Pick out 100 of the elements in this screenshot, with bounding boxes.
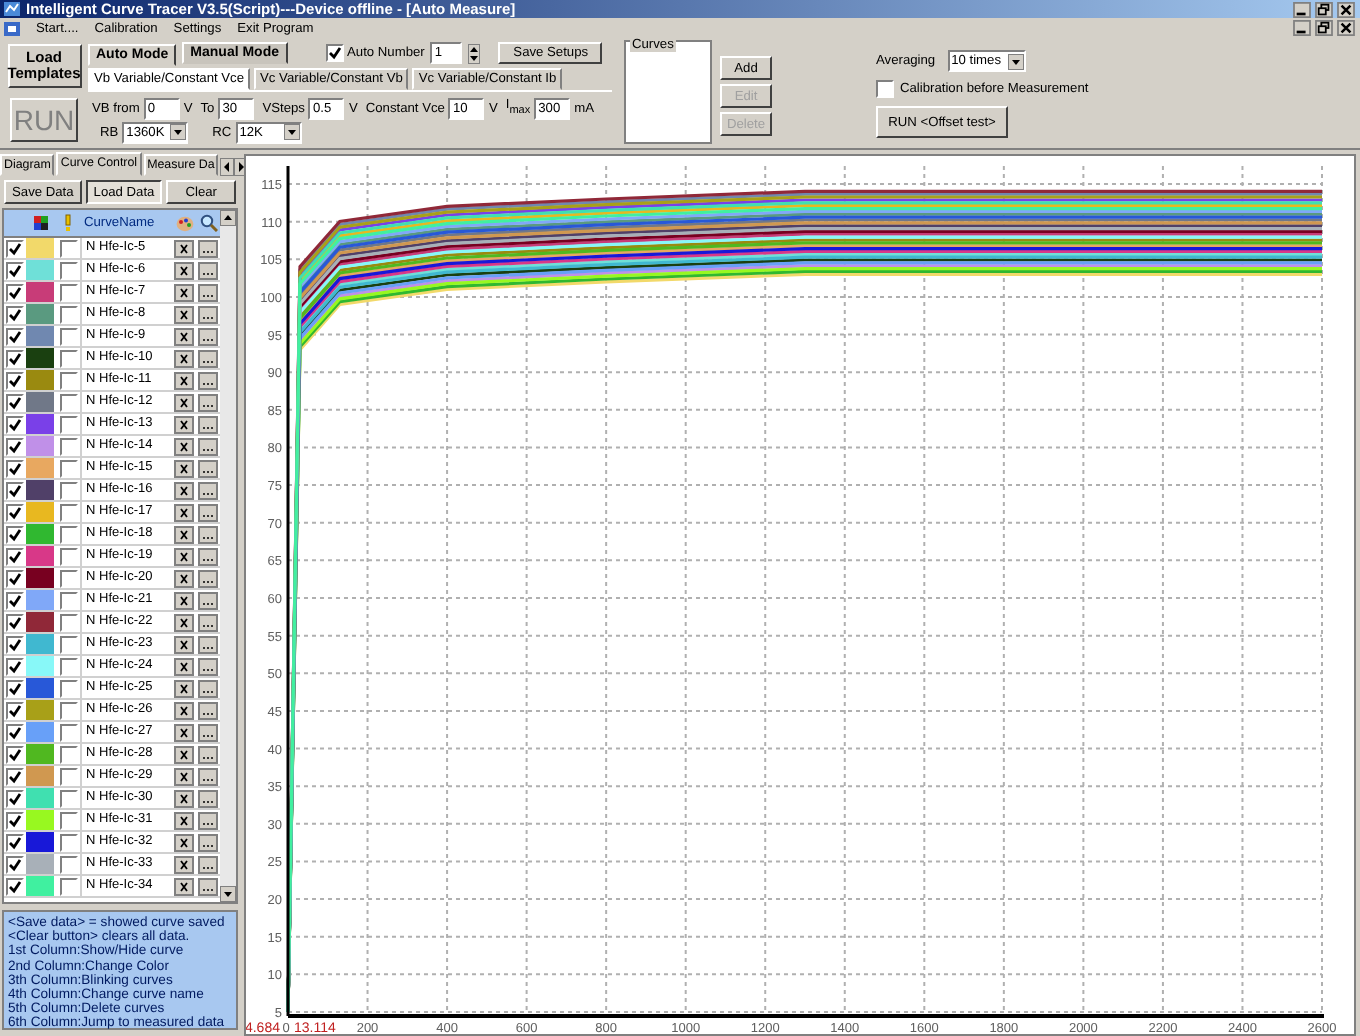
more-icon[interactable] [198, 349, 218, 367]
show-checkbox[interactable] [5, 415, 23, 433]
delete-icon[interactable] [174, 283, 194, 301]
restore-icon[interactable] [1314, 1, 1334, 17]
blink-checkbox[interactable] [59, 393, 77, 411]
delete-icon[interactable] [174, 855, 194, 873]
more-icon[interactable] [198, 877, 218, 895]
blink-checkbox[interactable] [59, 283, 77, 301]
delete-icon[interactable] [174, 481, 194, 499]
show-checkbox[interactable] [5, 855, 23, 873]
show-checkbox[interactable] [5, 393, 23, 411]
delete-icon[interactable] [174, 459, 194, 477]
blink-checkbox[interactable] [59, 459, 77, 477]
more-icon[interactable] [198, 525, 218, 543]
show-checkbox[interactable] [5, 591, 23, 609]
delete-icon[interactable] [174, 305, 194, 323]
color-swatch[interactable] [26, 348, 54, 368]
color-swatch[interactable] [26, 370, 54, 390]
scroll-left-icon[interactable] [220, 158, 235, 176]
more-icon[interactable] [198, 591, 218, 609]
color-swatch[interactable] [26, 480, 54, 500]
delete-icon[interactable] [174, 437, 194, 455]
blink-checkbox[interactable] [59, 569, 77, 587]
blink-checkbox[interactable] [59, 745, 77, 763]
blink-checkbox[interactable] [59, 679, 77, 697]
show-checkbox[interactable] [5, 349, 23, 367]
blink-checkbox[interactable] [59, 525, 77, 543]
show-checkbox[interactable] [5, 371, 23, 389]
delete-icon[interactable] [174, 635, 194, 653]
more-icon[interactable] [198, 459, 218, 477]
checkbox[interactable] [325, 44, 344, 62]
show-checkbox[interactable] [5, 503, 23, 521]
show-checkbox[interactable] [5, 525, 23, 543]
blink-checkbox[interactable] [59, 811, 77, 829]
color-swatch[interactable] [26, 392, 54, 412]
more-icon[interactable] [198, 679, 218, 697]
blink-checkbox[interactable] [59, 877, 77, 895]
dropdown-arrow-icon[interactable] [283, 124, 300, 140]
more-icon[interactable] [198, 437, 218, 455]
delete-icon[interactable] [174, 569, 194, 587]
color-swatch[interactable] [26, 238, 54, 258]
blink-checkbox[interactable] [59, 349, 77, 367]
color-swatch[interactable] [26, 722, 54, 742]
delete-icon[interactable] [174, 503, 194, 521]
delete-icon[interactable] [174, 745, 194, 763]
close-icon[interactable] [1336, 20, 1356, 36]
delete-icon[interactable] [174, 525, 194, 543]
minimize-icon[interactable] [1292, 20, 1312, 36]
more-icon[interactable] [198, 613, 218, 631]
color-swatch[interactable] [26, 656, 54, 676]
show-checkbox[interactable] [5, 613, 23, 631]
delete-icon[interactable] [174, 415, 194, 433]
delete-icon[interactable] [174, 833, 194, 851]
delete-icon[interactable] [174, 261, 194, 279]
blink-checkbox[interactable] [59, 371, 77, 389]
color-swatch[interactable] [26, 282, 54, 302]
more-icon[interactable] [198, 547, 218, 565]
blink-checkbox[interactable] [59, 239, 77, 257]
show-checkbox[interactable] [5, 635, 23, 653]
delete-icon[interactable] [174, 877, 194, 895]
delete-icon[interactable] [174, 591, 194, 609]
show-checkbox[interactable] [5, 679, 23, 697]
color-swatch[interactable] [26, 832, 54, 852]
show-checkbox[interactable] [5, 437, 23, 455]
dropdown-arrow-icon[interactable] [170, 124, 187, 140]
show-checkbox[interactable] [5, 723, 23, 741]
show-checkbox[interactable] [5, 327, 23, 345]
show-checkbox[interactable] [5, 701, 23, 719]
show-checkbox[interactable] [5, 261, 23, 279]
blink-checkbox[interactable] [59, 591, 77, 609]
more-icon[interactable] [198, 789, 218, 807]
color-swatch[interactable] [26, 568, 54, 588]
close-icon[interactable] [1336, 1, 1356, 17]
color-swatch[interactable] [26, 436, 54, 456]
color-swatch[interactable] [26, 414, 54, 434]
more-icon[interactable] [198, 811, 218, 829]
delete-icon[interactable] [174, 393, 194, 411]
more-icon[interactable] [198, 503, 218, 521]
color-swatch[interactable] [26, 546, 54, 566]
blink-checkbox[interactable] [59, 547, 77, 565]
delete-icon[interactable] [174, 723, 194, 741]
blink-checkbox[interactable] [59, 415, 77, 433]
show-checkbox[interactable] [5, 569, 23, 587]
color-swatch[interactable] [26, 876, 54, 896]
spinner-icon[interactable] [468, 43, 481, 63]
blink-checkbox[interactable] [59, 789, 77, 807]
color-swatch[interactable] [26, 744, 54, 764]
delete-icon[interactable] [174, 239, 194, 257]
delete-icon[interactable] [174, 349, 194, 367]
scroll-down-icon[interactable] [220, 886, 236, 902]
color-swatch[interactable] [26, 810, 54, 830]
color-swatch[interactable] [26, 788, 54, 808]
color-swatch[interactable] [26, 634, 54, 654]
show-checkbox[interactable] [5, 789, 23, 807]
delete-icon[interactable] [174, 547, 194, 565]
more-icon[interactable] [198, 701, 218, 719]
restore-icon[interactable] [1314, 20, 1334, 36]
show-checkbox[interactable] [5, 811, 23, 829]
blink-checkbox[interactable] [59, 261, 77, 279]
more-icon[interactable] [198, 569, 218, 587]
